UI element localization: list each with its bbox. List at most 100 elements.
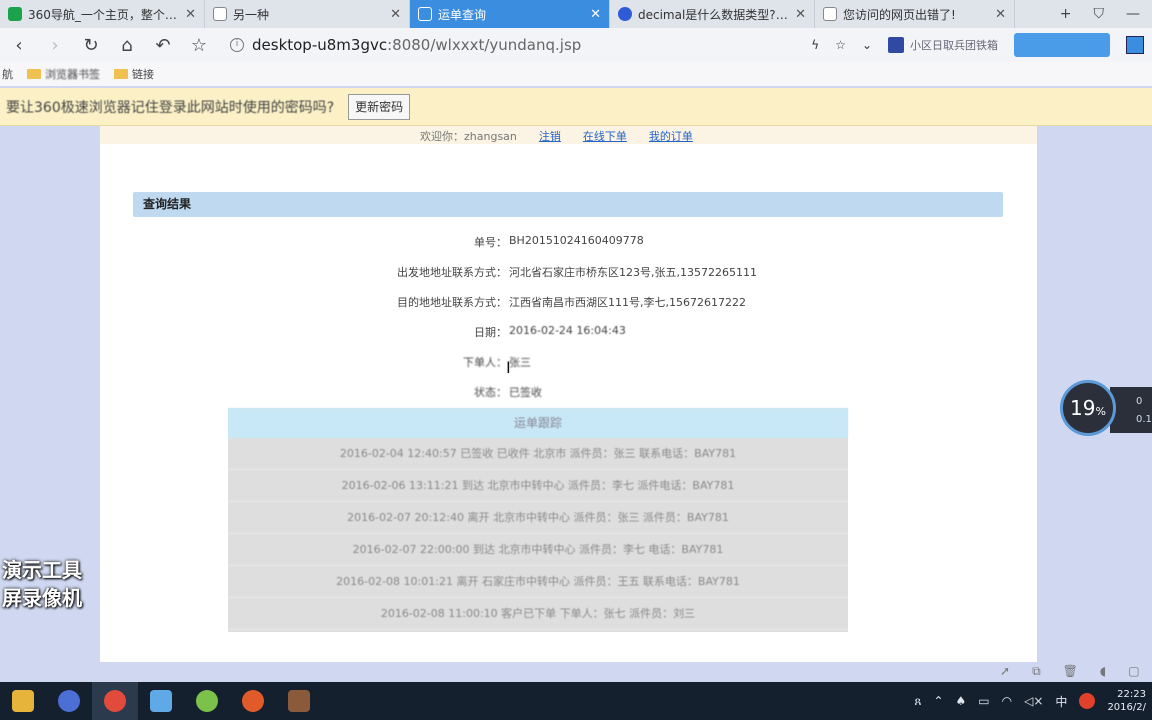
memory-usage-unit: % <box>1095 405 1106 418</box>
reload-icon[interactable]: ↻ <box>80 35 102 56</box>
sogou-icon[interactable] <box>1079 693 1096 709</box>
bookmark-folder[interactable]: 链接 <box>114 66 154 82</box>
tab-360-nav[interactable]: 360导航_一个主页，整个世界 ✕ <box>0 0 205 28</box>
bookmark-folder-label: 链接 <box>132 68 154 81</box>
close-icon[interactable]: ✕ <box>185 7 196 22</box>
result-section-title: 查询结果 <box>133 192 1003 217</box>
star-icon[interactable]: ☆ <box>188 35 210 56</box>
chevron-down-icon[interactable]: ⌄ <box>862 38 872 52</box>
close-icon[interactable]: ✕ <box>590 7 601 22</box>
field-value: 已签收 <box>509 386 542 399</box>
wifi-icon[interactable]: ◠ <box>1002 694 1012 708</box>
url-host: desktop-u8m3gvc <box>252 36 388 54</box>
close-icon[interactable]: ✕ <box>390 7 401 22</box>
volume-icon[interactable]: ◁× <box>1024 694 1043 708</box>
field-origin-address: 出发地地址联系方式： 河北省石家庄市桥东区123号,张五,13572265111 <box>100 264 1037 282</box>
menu-square-icon[interactable] <box>1126 36 1144 54</box>
field-label: 出发地地址联系方式： <box>397 266 507 279</box>
field-value: 张三 <box>509 356 531 369</box>
field-value: 江西省南昌市西湖区111号,李七,15672617222 <box>509 296 746 309</box>
sound-icon[interactable]: ◖ <box>1100 664 1106 679</box>
system-tray: ጸ ⌃ ♠ ▭ ◠ ◁× 中 22:23 2016/2/ <box>914 688 1152 714</box>
nav-right-tools: ϟ ☆ ⌄ 小区日取兵团铁箱 <box>811 33 1144 57</box>
app-icon <box>150 690 172 712</box>
field-value: 河北省石家庄市桥东区123号,张五,13572265111 <box>509 266 757 279</box>
field-label: 下单人： <box>463 356 507 369</box>
browser-status-icons: ➚ ⧉ 🗑 ◖ ▢ <box>1000 664 1140 679</box>
tracking-log-row: 2016-02-07 20:12:40 离开 北京市中转中心 派件员：张三 派件… <box>228 502 848 534</box>
plugin-extension[interactable]: 小区日取兵团铁箱 <box>888 37 998 53</box>
tab-title: decimal是什么数据类型?_百 <box>638 7 790 22</box>
save-password-prompt: 要让360极速浏览器记住登录此网站时使用的密码吗? 更新密码 <box>0 88 1152 126</box>
info-icon[interactable]: i <box>230 38 244 52</box>
battery-icon[interactable]: ▭ <box>978 694 989 708</box>
bookmark-item[interactable]: 航 <box>2 66 13 82</box>
shirt-skin-icon[interactable]: ⛉ <box>1094 6 1105 22</box>
360-logo-icon <box>8 7 22 21</box>
field-date: 日期： 2016-02-24 16:04:43 <box>100 324 1037 342</box>
new-tab-button[interactable]: + <box>1060 6 1072 22</box>
memory-usage-value: 19 <box>1070 396 1096 420</box>
field-label: 状态： <box>474 386 507 399</box>
screenshot-icon[interactable]: ⧉ <box>1032 664 1041 679</box>
tabbar-controls: + ⛉ — <box>1060 0 1152 28</box>
tracking-log-title: 运单跟踪 <box>228 408 848 438</box>
close-icon[interactable]: ✕ <box>995 7 1006 22</box>
tab-waybill-query[interactable]: 运单查询 ✕ <box>410 0 610 28</box>
favorite-star-icon[interactable]: ☆ <box>835 38 846 52</box>
back-icon[interactable]: ‹ <box>8 35 30 56</box>
bookmarks-bar: 航 浏览器书签 链接 <box>0 62 1152 86</box>
system-clock[interactable]: 22:23 2016/2/ <box>1107 688 1146 714</box>
tab-title: 您访问的网页出错了! <box>843 7 956 22</box>
taskbar-360-browser[interactable] <box>184 682 230 720</box>
tracking-log: 运单跟踪 2016-02-04 12:40:57 已签收 已收件 北京市 派件员… <box>228 408 848 632</box>
url-text[interactable]: desktop-u8m3gvc:8080/wlxxxt/yundanq.jsp <box>252 36 581 54</box>
taskbar-film-app[interactable] <box>276 682 322 720</box>
tab-another[interactable]: 另一种 ✕ <box>205 0 410 28</box>
account-button[interactable] <box>1014 33 1110 57</box>
tab-decimal[interactable]: decimal是什么数据类型?_百 ✕ <box>610 0 815 28</box>
field-destination-address: 目的地地址联系方式： 江西省南昌市西湖区111号,李七,15672617222 <box>100 294 1037 312</box>
taskbar-chrome[interactable] <box>92 682 138 720</box>
my-orders-link[interactable]: 我的订单 <box>649 128 693 144</box>
taskbar-app-red[interactable] <box>230 682 276 720</box>
speed-panel: 0 0.1 <box>1110 387 1152 433</box>
undo-icon[interactable]: ↶ <box>152 35 174 56</box>
online-order-link[interactable]: 在线下单 <box>583 128 627 144</box>
prompt-text: 要让360极速浏览器记住登录此网站时使用的密码吗? <box>6 99 335 116</box>
close-icon[interactable]: ✕ <box>795 7 806 22</box>
person-icon[interactable]: ጸ <box>914 694 921 709</box>
home-icon[interactable]: ⌂ <box>116 35 138 56</box>
field-waybill-number: 单号： BH20151024160409778 <box>100 234 1037 252</box>
page-icon <box>418 7 432 21</box>
tab-error-page[interactable]: 您访问的网页出错了! ✕ <box>815 0 1015 28</box>
bookmark-folder[interactable]: 浏览器书签 <box>27 66 100 82</box>
recorder-watermark: 演示工具 屏录像机 <box>0 556 94 618</box>
taskbar-app-blue[interactable] <box>138 682 184 720</box>
field-status: 状态： 已签收 <box>100 384 1037 402</box>
ime-indicator[interactable]: 中 <box>1055 693 1067 710</box>
memory-usage-widget[interactable]: 19% <box>1060 380 1116 436</box>
page-content: 欢迎你：zhangsan 注销 在线下单 我的订单 查询结果 单号： BH201… <box>100 126 1037 662</box>
taskbar-file-explorer[interactable] <box>0 682 46 720</box>
download-speed: 0.1 <box>1136 414 1152 425</box>
page-icon <box>213 7 227 21</box>
lightning-icon[interactable]: ϟ <box>811 38 819 52</box>
watermark-line: 屏录像机 <box>2 586 82 610</box>
minimize-icon[interactable]: — <box>1126 6 1140 22</box>
trash-icon[interactable]: 🗑 <box>1063 664 1078 679</box>
rocket-icon[interactable]: ➚ <box>1000 664 1010 679</box>
update-password-button[interactable]: 更新密码 <box>348 93 411 120</box>
window-icon[interactable]: ▢ <box>1128 664 1139 679</box>
clock-time: 22:23 <box>1117 689 1146 700</box>
upload-speed: 0 <box>1136 396 1143 407</box>
clock-date: 2016/2/ <box>1107 702 1146 713</box>
eclipse-icon <box>58 690 80 712</box>
tray-app-icon[interactable]: ♠ <box>956 694 967 708</box>
logout-link[interactable]: 注销 <box>539 128 561 144</box>
taskbar-eclipse[interactable] <box>46 682 92 720</box>
chevron-up-icon[interactable]: ⌃ <box>933 694 943 708</box>
tab-strip: 360导航_一个主页，整个世界 ✕ 另一种 ✕ 运单查询 ✕ decimal是什… <box>0 0 1152 28</box>
address-bar[interactable]: i desktop-u8m3gvc:8080/wlxxxt/yundanq.js… <box>230 36 790 54</box>
forward-icon[interactable]: › <box>44 35 66 56</box>
